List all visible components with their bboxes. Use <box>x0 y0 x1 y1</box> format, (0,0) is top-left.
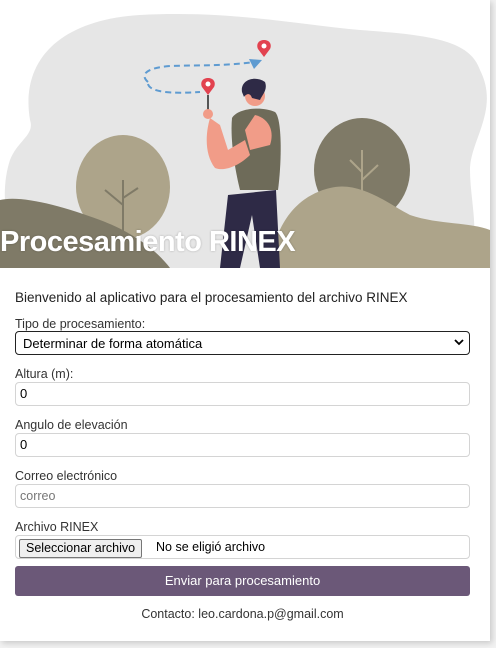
hero-illustration: Procesamiento RINEX <box>0 0 490 268</box>
chevron-down-icon <box>454 339 464 346</box>
choose-file-button[interactable]: Seleccionar archivo <box>19 539 143 558</box>
contact-text: Contacto: leo.cardona.p@gmail.com <box>141 607 344 621</box>
email-placeholder: correo <box>20 489 56 503</box>
main-card: Procesamiento RINEX Bienvenido al aplica… <box>0 0 490 641</box>
rinex-file-label: Archivo RINEX <box>15 520 99 534</box>
processing-type-label: Tipo de procesamiento: <box>15 317 146 331</box>
height-input[interactable]: 0 <box>15 382 470 406</box>
submit-button[interactable]: Enviar para procesamiento <box>15 566 470 596</box>
processing-type-select[interactable]: Determinar de forma atomática <box>15 331 470 355</box>
height-label: Altura (m): <box>15 367 74 381</box>
email-label: Correo electrónico <box>15 469 118 483</box>
rinex-file-input[interactable]: Seleccionar archivo No se eligió archivo <box>15 535 470 559</box>
file-status: No se eligió archivo <box>156 540 266 554</box>
height-value: 0 <box>20 386 28 401</box>
elevation-input[interactable]: 0 <box>15 433 470 457</box>
processing-type-value: Determinar de forma atomática <box>23 336 203 351</box>
welcome-text: Bienvenido al aplicativo para el procesa… <box>15 290 408 305</box>
elevation-value: 0 <box>20 437 28 452</box>
page-title: Procesamiento RINEX <box>0 226 296 258</box>
elevation-label: Angulo de elevación <box>15 418 128 432</box>
email-input[interactable]: correo <box>15 484 470 508</box>
